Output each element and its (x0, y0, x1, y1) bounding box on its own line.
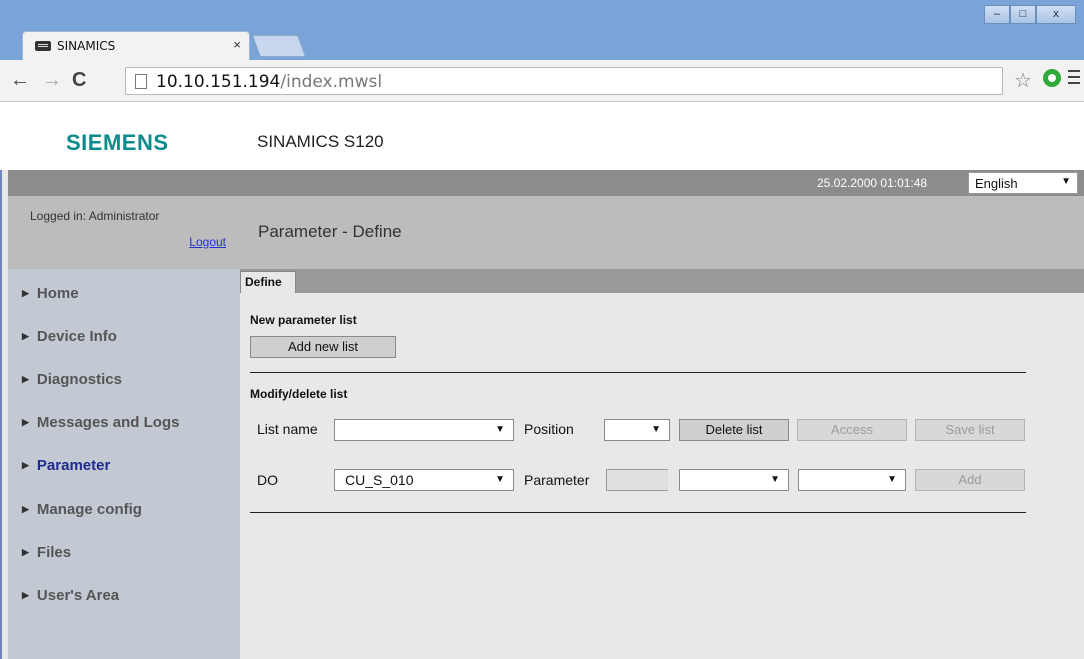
bookmark-star-icon[interactable]: ☆ (1014, 68, 1032, 93)
close-window-button[interactable]: x (1036, 5, 1076, 24)
parameter-index-select[interactable]: ▼ (679, 469, 789, 491)
language-select[interactable]: English ▼ (968, 172, 1078, 194)
browser-tab[interactable]: SINAMICS × (22, 31, 250, 60)
product-name: SINAMICS S120 (257, 132, 384, 151)
sidebar-item-label: Files (36, 544, 72, 561)
list-name-select[interactable]: ▼ (334, 419, 514, 441)
menu-icon[interactable] (1068, 70, 1080, 84)
chevron-down-icon: ▼ (651, 424, 661, 435)
sidebar-item-diagnostics[interactable]: ▶ Diagnostics (22, 371, 122, 388)
parameter-input[interactable] (606, 469, 668, 491)
divider (250, 512, 1026, 513)
sidebar-item-home[interactable]: ▶ Home (22, 285, 79, 302)
parameter-label: Parameter (524, 472, 590, 488)
browser-titlebar: SINAMICS × – □ x (0, 0, 1084, 60)
caret-right-icon: ▶ (22, 547, 29, 557)
access-button[interactable]: Access (797, 419, 907, 441)
status-bar: 25.02.2000 01:01:48 English ▼ (0, 170, 1084, 196)
chevron-down-icon: ▼ (495, 424, 505, 435)
maximize-button[interactable]: □ (1010, 5, 1036, 24)
do-label: DO (257, 472, 278, 488)
chevron-down-icon: ▼ (1061, 176, 1071, 187)
list-name-label: List name (257, 421, 318, 437)
caret-right-icon: ▶ (22, 374, 29, 384)
delete-list-button[interactable]: Delete list (679, 419, 789, 441)
tab-title: SINAMICS (57, 39, 116, 53)
page-title-bar: Parameter - Define (240, 196, 1084, 269)
save-list-button[interactable]: Save list (915, 419, 1025, 441)
url-text: 10.10.151.194/index.mwsl (156, 72, 382, 92)
position-select[interactable]: ▼ (604, 419, 670, 441)
logout-link[interactable]: Logout (189, 235, 226, 249)
sidebar-item-label: Manage config (36, 501, 142, 518)
caret-right-icon: ▶ (22, 417, 29, 427)
sidebar-item-label: Home (36, 285, 79, 302)
url-host: 10.10.151.194 (156, 72, 281, 92)
logged-in-text: Logged in: Administrator (30, 209, 160, 223)
chevron-down-icon: ▼ (770, 474, 780, 485)
site-header: SIEMENS SINAMICS S120 (0, 103, 1084, 170)
sidebar-item-files[interactable]: ▶ Files (22, 544, 71, 561)
user-box: Logged in: Administrator Logout (8, 196, 240, 269)
tab-define[interactable]: Define (240, 271, 296, 293)
do-select[interactable]: CU_S_010 ▼ (334, 469, 514, 491)
reload-icon[interactable]: C (72, 70, 86, 90)
caret-right-icon: ▶ (22, 288, 29, 298)
back-arrow-icon[interactable]: ← (10, 70, 30, 90)
close-tab-icon[interactable]: × (233, 37, 241, 52)
sidebar-item-users-area[interactable]: ▶ User's Area (22, 587, 119, 604)
sidebar-item-label: User's Area (36, 587, 120, 604)
sidebar-item-label: Device Info (36, 328, 117, 345)
page: SIEMENS SINAMICS S120 25.02.2000 01:01:4… (0, 103, 1084, 659)
left-frame-edge (0, 170, 8, 659)
minimize-button[interactable]: – (984, 5, 1010, 24)
add-parameter-button[interactable]: Add (915, 469, 1025, 491)
address-bar[interactable]: 10.10.151.194/index.mwsl (125, 67, 1003, 95)
sidebar-item-label: Diagnostics (36, 371, 122, 388)
extension-icon[interactable] (1043, 69, 1061, 87)
sidebar-item-label: Parameter (36, 457, 111, 474)
sidebar-item-manage-config[interactable]: ▶ Manage config (22, 501, 142, 518)
position-label: Position (524, 421, 574, 437)
siemens-logo: SIEMENS (66, 130, 169, 155)
modify-list-title: Modify/delete list (250, 387, 348, 401)
sidebar-item-device-info[interactable]: ▶ Device Info (22, 328, 117, 345)
chevron-down-icon: ▼ (887, 474, 897, 485)
datetime: 25.02.2000 01:01:48 (817, 176, 928, 190)
new-tab-button[interactable] (251, 35, 307, 57)
siemens-favicon-icon (35, 41, 51, 51)
sidebar: ▶ Home ▶ Device Info ▶ Diagnostics ▶ Message… (8, 269, 240, 659)
url-path: /index.mwsl (280, 72, 383, 92)
caret-right-icon: ▶ (22, 331, 29, 341)
page-title: Parameter - Define (258, 222, 402, 241)
main-content: Define New parameter list Add new list M… (240, 269, 1084, 659)
page-icon (135, 74, 147, 89)
parameter-extra-select[interactable]: ▼ (798, 469, 906, 491)
sidebar-item-parameter[interactable]: ▶ Parameter (22, 457, 110, 474)
language-value: English (975, 176, 1018, 191)
do-value: CU_S_010 (345, 472, 414, 488)
window-controls: – □ x (984, 5, 1076, 24)
caret-right-icon: ▶ (22, 590, 29, 600)
browser-toolbar: ← → C 10.10.151.194/index.mwsl ☆ (0, 60, 1084, 102)
sidebar-item-messages-and-logs[interactable]: ▶ Messages and Logs (22, 414, 179, 431)
sidebar-item-label: Messages and Logs (36, 414, 180, 431)
caret-right-icon: ▶ (22, 504, 29, 514)
new-list-title: New parameter list (250, 313, 357, 327)
add-new-list-button[interactable]: Add new list (250, 336, 396, 358)
tab-strip: Define (240, 269, 1084, 293)
divider (250, 372, 1026, 373)
forward-arrow-icon[interactable]: → (42, 70, 62, 90)
caret-right-icon: ▶ (22, 460, 29, 470)
chevron-down-icon: ▼ (495, 474, 505, 485)
